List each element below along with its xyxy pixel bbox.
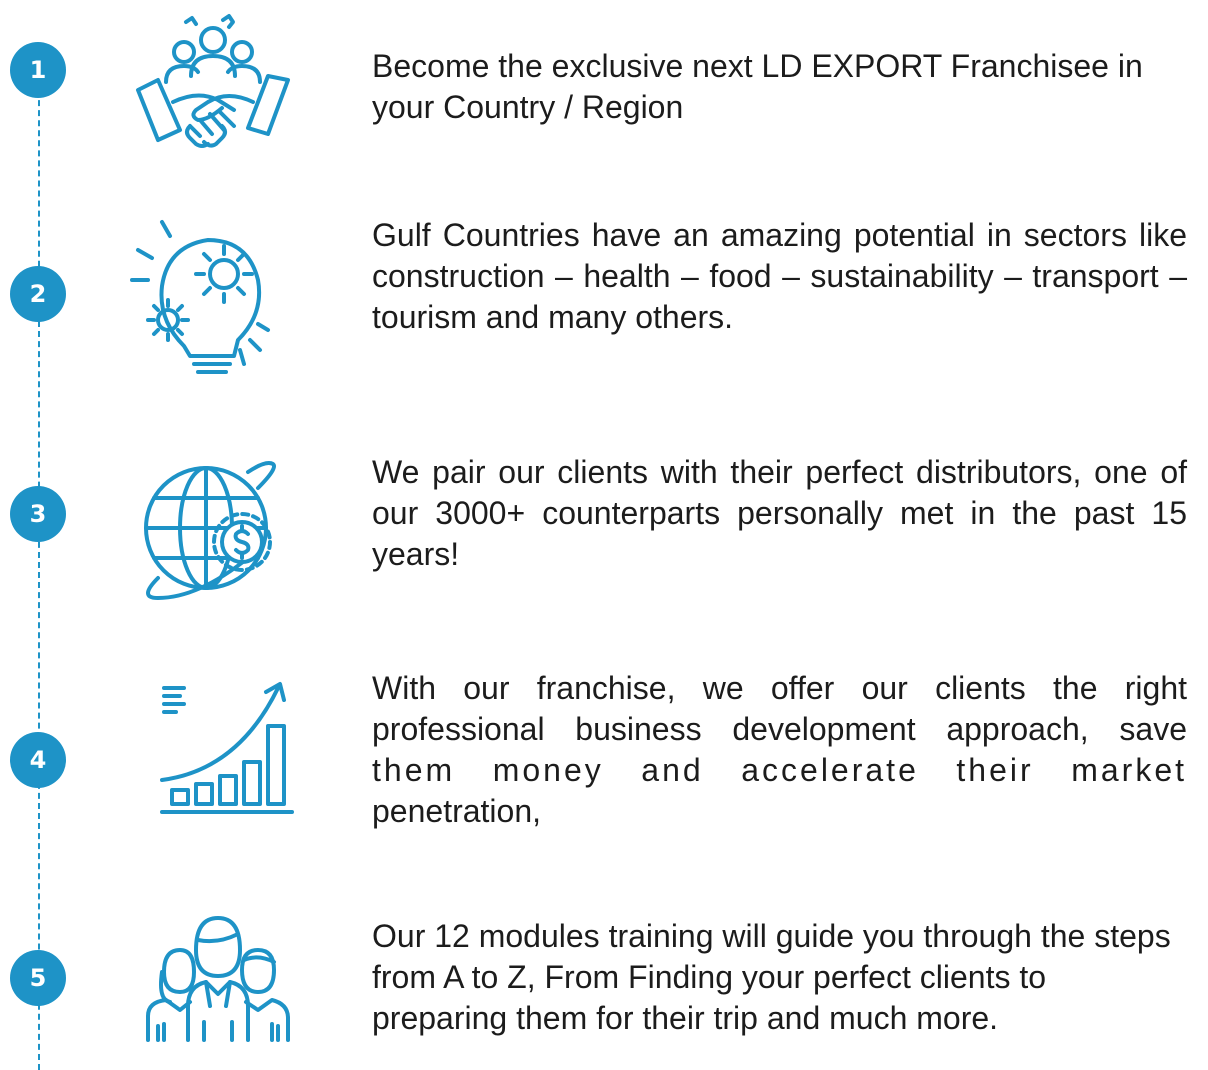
step-3-badge: 3 xyxy=(10,486,66,542)
step-3-text: We pair our clients with their perfect d… xyxy=(372,454,1187,572)
handshake-team-icon xyxy=(128,10,298,170)
step-4-line-3: them money and accelerate their market xyxy=(372,752,1187,788)
globe-dollar-icon xyxy=(128,448,288,608)
step-5-text: Our 12 modules training will guide you t… xyxy=(372,918,1171,1036)
step-4-line-1: With our franchise, we offer our clients… xyxy=(372,670,1187,706)
step-2-badge: 2 xyxy=(10,266,66,322)
step-4-line-4: penetration, xyxy=(372,793,542,829)
step-4-badge: 4 xyxy=(10,732,66,788)
step-2-text: Gulf Countries have an amazing potential… xyxy=(372,217,1187,335)
team-people-icon xyxy=(128,910,308,1045)
growth-chart-icon xyxy=(128,680,303,820)
step-5-badge: 5 xyxy=(10,950,66,1006)
step-4-text: With our franchise, we offer our clients… xyxy=(372,668,1187,832)
step-4-line-2: professional business development approa… xyxy=(372,711,1187,747)
step-1-badge: 1 xyxy=(10,42,66,98)
lightbulb-gears-icon xyxy=(128,210,278,380)
timeline-dashed-line xyxy=(38,70,40,1070)
step-1-text: Become the exclusive next LD EXPORT Fran… xyxy=(372,48,1143,125)
